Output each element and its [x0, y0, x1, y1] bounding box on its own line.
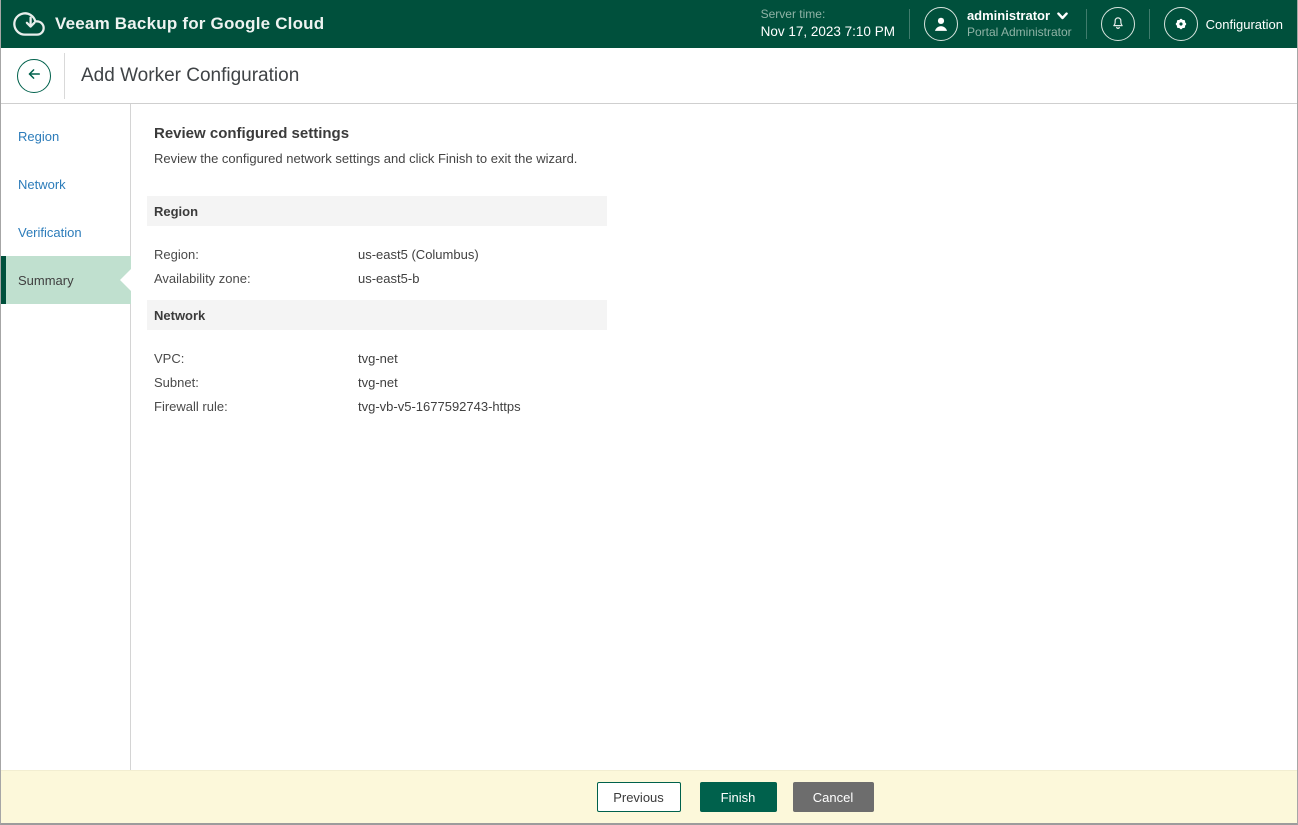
row-label: Region: — [154, 246, 199, 262]
notifications-button[interactable] — [1100, 7, 1135, 41]
server-time-value: Nov 17, 2023 7:10 PM — [760, 24, 895, 40]
row-value: tvg-net — [358, 374, 398, 390]
top-bar-right: Server time: Nov 17, 2023 7:10 PM admini… — [761, 7, 1283, 41]
cancel-button[interactable]: Cancel — [792, 782, 874, 812]
divider — [1085, 9, 1087, 39]
page-title: Add Worker Configuration — [81, 64, 300, 86]
user-meta: administrator Portal Administrator — [967, 8, 1072, 39]
back-button[interactable] — [17, 58, 51, 93]
sidebar-item-verification[interactable]: Verification — [1, 208, 130, 256]
sidebar-item-summary[interactable]: Summary — [1, 256, 131, 304]
configuration-label: Configuration — [1205, 16, 1283, 32]
section-title: Network — [154, 307, 206, 323]
content-heading: Review configured settings — [154, 125, 350, 142]
row-value: us-east5 (Columbus) — [358, 246, 479, 262]
section-header: Network — [147, 300, 607, 330]
row-value: us-east5-b — [358, 270, 420, 286]
previous-button[interactable]: Previous — [596, 782, 681, 812]
row-value: tvg-net — [358, 350, 398, 366]
divider — [64, 52, 65, 99]
gear-icon — [1163, 7, 1198, 41]
summary-section-region: Region Region: us-east5 (Columbus) Avail… — [147, 196, 607, 290]
arrow-left-icon — [25, 65, 43, 86]
summary-row: Availability zone: us-east5-b — [154, 266, 607, 290]
sidebar-item-region[interactable]: Region — [1, 112, 130, 160]
section-rows: Region: us-east5 (Columbus) Availability… — [147, 226, 607, 290]
summary-row: Region: us-east5 (Columbus) — [154, 242, 607, 266]
row-label: Availability zone: — [154, 270, 251, 286]
summary-row: VPC: tvg-net — [154, 346, 607, 370]
user-avatar — [923, 7, 958, 41]
section-header: Region — [147, 196, 607, 226]
page-header: Add Worker Configuration — [1, 48, 1297, 104]
section-title: Region — [154, 203, 199, 219]
wizard-sidebar: Region Network Verification Summary — [1, 104, 131, 770]
row-value: tvg-vb-v5-1677592743-https — [358, 398, 521, 414]
brand: Veeam Backup for Google Cloud — [13, 8, 324, 40]
bell-icon — [1109, 14, 1127, 35]
summary-row: Firewall rule: tvg-vb-v5-1677592743-http… — [154, 394, 607, 418]
content-subheading: Review the configured network settings a… — [154, 151, 578, 166]
finish-button[interactable]: Finish — [699, 782, 777, 812]
wizard-footer: Previous Finish Cancel — [1, 770, 1297, 823]
chevron-down-icon — [1057, 8, 1068, 24]
section-rows: VPC: tvg-net Subnet: tvg-net Firewall ru… — [147, 330, 607, 418]
server-time-label: Server time: — [760, 7, 826, 22]
app-window: Veeam Backup for Google Cloud Server tim… — [0, 0, 1298, 825]
row-label: Firewall rule: — [154, 398, 228, 414]
app-title: Veeam Backup for Google Cloud — [55, 14, 325, 33]
summary-row: Subnet: tvg-net — [154, 370, 607, 394]
wizard-content: Review configured settings Review the co… — [131, 104, 1297, 770]
summary-section-network: Network VPC: tvg-net Subnet: tvg-net Fir… — [147, 300, 607, 418]
veeam-cloud-logo-icon — [13, 8, 45, 40]
user-name: administrator — [966, 8, 1051, 24]
configuration-button[interactable]: Configuration — [1163, 7, 1283, 41]
divider — [1148, 9, 1150, 39]
divider — [908, 9, 910, 39]
body: Region Network Verification Summary Revi… — [1, 104, 1297, 770]
row-label: Subnet: — [154, 374, 199, 390]
row-label: VPC: — [154, 350, 185, 366]
user-menu[interactable]: administrator Portal Administrator — [923, 7, 1072, 41]
server-time: Server time: Nov 17, 2023 7:10 PM — [761, 7, 895, 40]
top-bar: Veeam Backup for Google Cloud Server tim… — [1, 0, 1297, 48]
user-role: Portal Administrator — [966, 24, 1072, 39]
sidebar-item-network[interactable]: Network — [1, 160, 130, 208]
